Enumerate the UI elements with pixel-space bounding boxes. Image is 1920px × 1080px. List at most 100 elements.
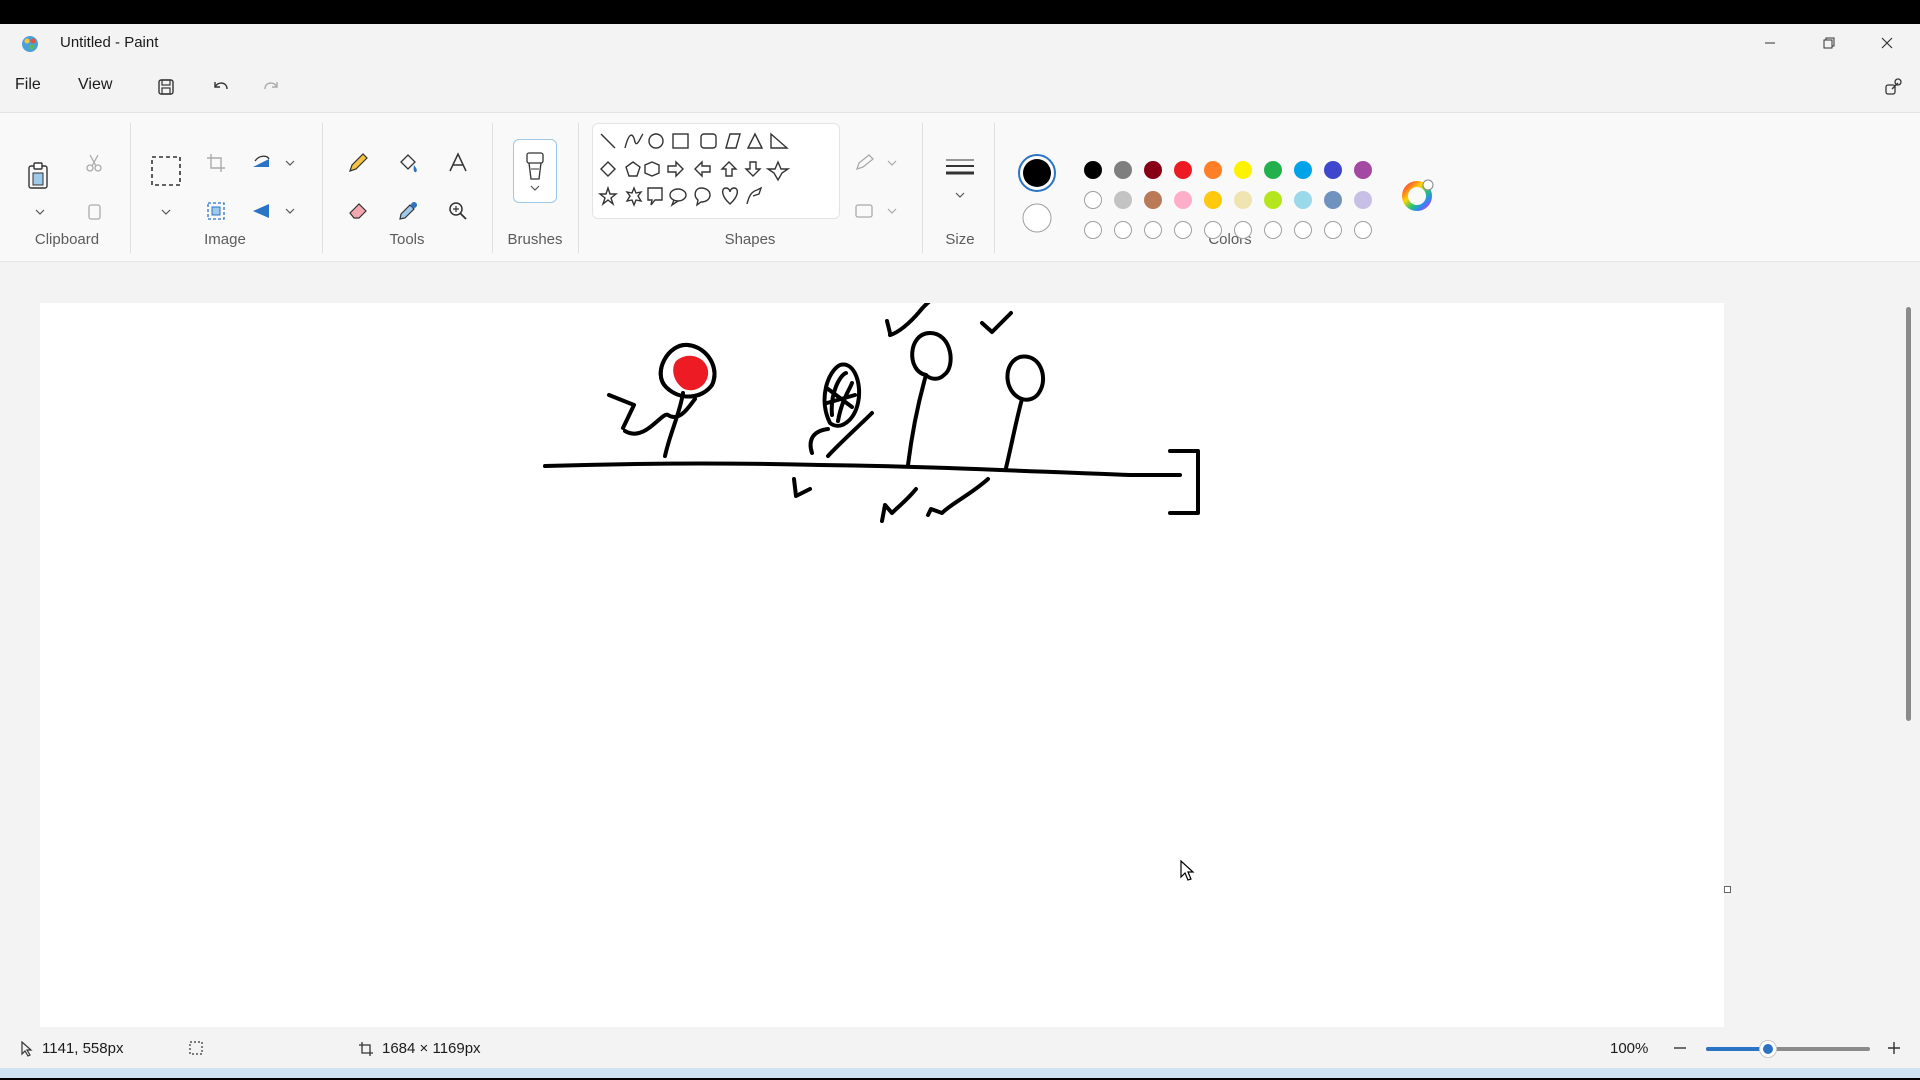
- palette-swatch-r1-8[interactable]: [1324, 161, 1342, 179]
- mouse-cursor: [1180, 859, 1195, 881]
- drawing-canvas[interactable]: [40, 289, 1724, 1027]
- undo-button[interactable]: [205, 72, 237, 102]
- magnifier-tool[interactable]: [442, 195, 474, 227]
- undo-icon: [214, 82, 228, 90]
- check-top-1: [888, 289, 944, 337]
- palette-swatch-r1-4[interactable]: [1204, 161, 1222, 179]
- paint-window: Untitled - Paint File View Clipboard Ima…: [0, 24, 1920, 1078]
- shape-fill-button[interactable]: [852, 195, 900, 227]
- pencil-tool[interactable]: [342, 147, 374, 179]
- copy-icon: [88, 204, 101, 220]
- size-button[interactable]: [942, 147, 978, 207]
- palette-swatch-r1-3[interactable]: [1174, 161, 1192, 179]
- minimize-button[interactable]: [1747, 30, 1793, 56]
- ribbon-separator: [322, 123, 323, 253]
- palette-swatch-r3-0[interactable]: [1084, 221, 1102, 239]
- fill-tool[interactable]: [392, 147, 424, 179]
- paste-dropdown-button[interactable]: [24, 203, 56, 221]
- redo-button[interactable]: [255, 72, 287, 102]
- file-menu[interactable]: File: [15, 76, 41, 94]
- palette-swatch-r2-2[interactable]: [1144, 191, 1162, 209]
- primary-color-button[interactable]: [1017, 153, 1057, 193]
- palette-swatch-r1-0[interactable]: [1084, 161, 1102, 179]
- palette-swatch-r3-8[interactable]: [1324, 221, 1342, 239]
- zoom-out-button[interactable]: [1672, 1040, 1688, 1056]
- plus-icon: [1888, 1042, 1900, 1054]
- select-button[interactable]: [148, 153, 184, 189]
- canvas-resize-handle[interactable]: [1724, 886, 1731, 893]
- copy-button[interactable]: [78, 195, 110, 227]
- palette-swatch-r1-5[interactable]: [1234, 161, 1252, 179]
- brush-icon: [526, 152, 544, 180]
- zoom-slider-thumb[interactable]: [1760, 1041, 1777, 1057]
- rotate-button[interactable]: [250, 147, 298, 179]
- paste-icon: [28, 162, 48, 189]
- cursor-position-text: 1141, 558px: [42, 1040, 124, 1057]
- select-dropdown-button[interactable]: [150, 203, 182, 221]
- size-group-label: Size: [945, 231, 975, 248]
- close-button[interactable]: [1864, 30, 1910, 56]
- stem-3: [906, 373, 928, 467]
- paint-app-icon: [22, 36, 38, 52]
- palette-swatch-r2-3[interactable]: [1174, 191, 1192, 209]
- resize-button[interactable]: [200, 195, 232, 227]
- eraser-tool[interactable]: [342, 195, 374, 227]
- palette-swatch-r1-2[interactable]: [1144, 161, 1162, 179]
- minus-icon: [1674, 1047, 1686, 1049]
- palette-swatch-r2-7[interactable]: [1294, 191, 1312, 209]
- chevron-down-icon: [530, 185, 540, 191]
- cut-button[interactable]: [78, 147, 110, 179]
- save-button[interactable]: [150, 72, 182, 102]
- palette-swatch-r3-9[interactable]: [1354, 221, 1372, 239]
- palette-swatch-r3-7[interactable]: [1294, 221, 1312, 239]
- palette-swatch-r3-4[interactable]: [1204, 221, 1222, 239]
- text-tool[interactable]: [442, 147, 474, 179]
- branch-arrow: [607, 393, 636, 430]
- share-button[interactable]: [1878, 72, 1910, 102]
- palette-swatch-r2-8[interactable]: [1324, 191, 1342, 209]
- palette-swatch-r3-6[interactable]: [1264, 221, 1282, 239]
- palette-swatch-r2-5[interactable]: [1234, 191, 1252, 209]
- zoom-level[interactable]: 100%: [1610, 1040, 1648, 1057]
- selection-icon: [189, 1041, 203, 1055]
- flower-2-scribble: [825, 371, 857, 423]
- view-menu[interactable]: View: [78, 76, 112, 94]
- flip-button[interactable]: [250, 195, 298, 227]
- clipboard-group-label: Clipboard: [34, 231, 100, 248]
- brushes-group-label: Brushes: [507, 231, 563, 248]
- palette-swatch-r2-1[interactable]: [1114, 191, 1132, 209]
- palette-swatch-r1-9[interactable]: [1354, 161, 1372, 179]
- brushes-button[interactable]: [513, 139, 557, 203]
- share-icon: [1885, 78, 1902, 95]
- zoom-slider[interactable]: [1706, 1041, 1870, 1057]
- taskbar-edge: [0, 1068, 1920, 1078]
- ribbon-separator: [492, 123, 493, 253]
- ribbon-separator: [130, 123, 131, 253]
- title-bar: Untitled - Paint: [0, 24, 1920, 62]
- crop-button[interactable]: [200, 147, 232, 179]
- palette-swatch-r1-7[interactable]: [1294, 161, 1312, 179]
- palette-swatch-r3-3[interactable]: [1174, 221, 1192, 239]
- palette-swatch-r1-6[interactable]: [1264, 161, 1282, 179]
- zoom-in-button[interactable]: [1886, 1040, 1902, 1056]
- primary-color-swatch: [1018, 154, 1056, 192]
- canvas-size-text: 1684 × 1169px: [382, 1040, 481, 1057]
- stem-1: [663, 391, 685, 458]
- edit-colors-button[interactable]: [1398, 175, 1438, 215]
- vertical-scrollbar[interactable]: [1906, 307, 1911, 721]
- palette-swatch-r2-0[interactable]: [1084, 191, 1102, 209]
- palette-swatch-r2-4[interactable]: [1204, 191, 1222, 209]
- palette-swatch-r3-5[interactable]: [1234, 221, 1252, 239]
- palette-swatch-r3-2[interactable]: [1144, 221, 1162, 239]
- palette-swatch-r1-1[interactable]: [1114, 161, 1132, 179]
- restore-button[interactable]: [1806, 30, 1852, 56]
- save-icon: [158, 79, 174, 95]
- paste-button[interactable]: [22, 159, 54, 193]
- shape-outline-button[interactable]: [852, 147, 900, 179]
- palette-swatch-r2-6[interactable]: [1264, 191, 1282, 209]
- secondary-color-button[interactable]: [1022, 203, 1052, 233]
- palette-swatch-r3-1[interactable]: [1114, 221, 1132, 239]
- color-picker-tool[interactable]: [392, 195, 424, 227]
- palette-swatch-r2-9[interactable]: [1354, 191, 1372, 209]
- magnifier-icon: [449, 202, 467, 220]
